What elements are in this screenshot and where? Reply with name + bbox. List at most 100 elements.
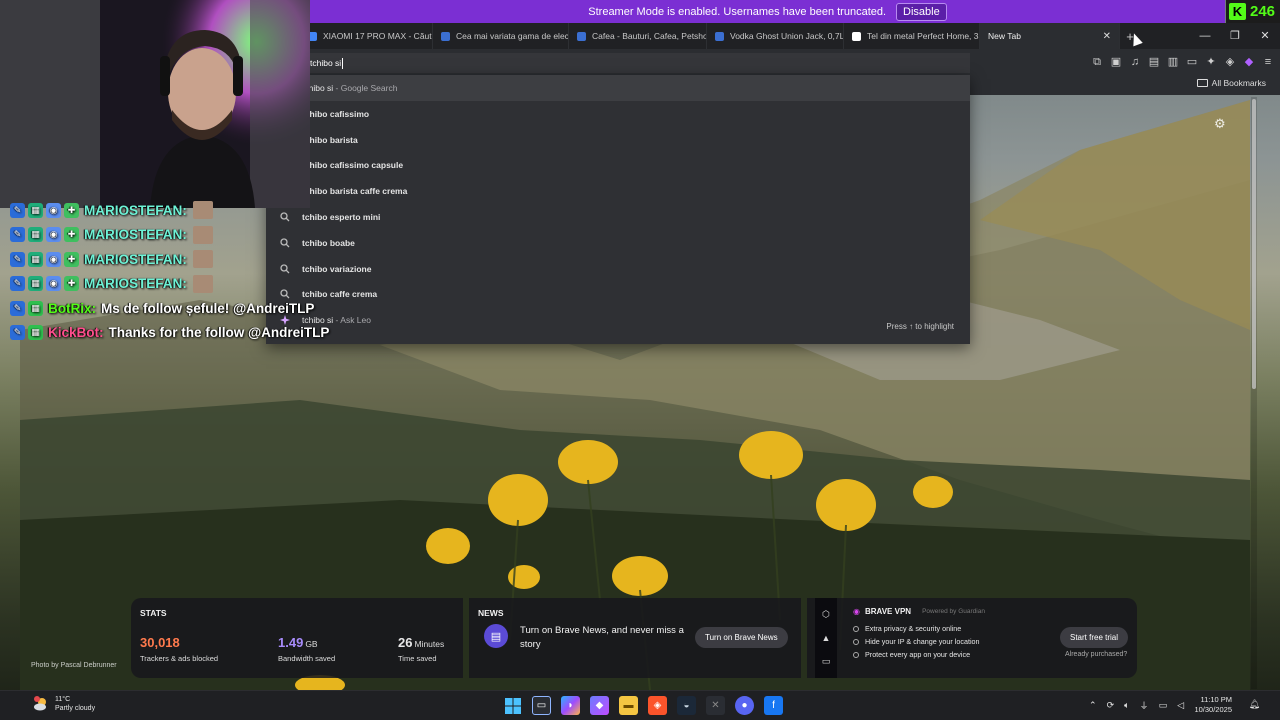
text-caret [342,57,344,69]
chat-badge-icon: ▦ [28,251,43,267]
notification-bell-icon[interactable]: 🔔︎ [1249,699,1260,710]
omnibox-suggestion[interactable]: tchibo si - Ask Leo [266,307,970,333]
omnibox-suggestion[interactable]: tchibo cafissimo capsule [266,152,970,178]
chat-message: ✎ ▦ ◉ ✚ MARIOSTEFAN: [10,198,340,223]
extensions-icon[interactable]: ⧉ [1091,56,1103,68]
omnibox-suggestion[interactable]: tchibo variazione [266,256,970,282]
close-window-button[interactable]: ✕ [1250,23,1280,49]
omnibox-suggestion[interactable]: tchibo barista [266,127,970,153]
task-view-icon[interactable]: ▭ [532,696,551,715]
leo-ai-icon[interactable]: ✦ [1205,56,1217,68]
check-circle-icon [853,638,859,645]
suggestion-query: tchibo barista [302,134,358,145]
webcam-overlay [0,0,310,208]
suggestion-text: tchibo barista [302,135,358,145]
vpn-shield-icon[interactable]: ⬡ [822,609,830,620]
photo-credit[interactable]: Photo by Pascal Debrunner [31,662,117,669]
file-explorer-icon[interactable]: ▬ [619,696,638,715]
weather-widget[interactable]: 11°C Partly cloudy [33,695,95,713]
screenshot-icon[interactable]: ▣ [1110,56,1122,68]
already-purchased-link[interactable]: Already purchased? [1065,651,1127,658]
suggestion-text: tchibo cafissimo capsule [302,160,403,170]
tab-4[interactable]: Vodka Ghost Union Jack, 0,7L [707,23,844,49]
taskbar-apps: ▭ ◗ ◆ ▬ ◈ ◒ ✕ ● f [503,696,783,715]
vpn-feature: Extra privacy & security online [853,624,961,633]
windows-taskbar: 11°C Partly cloudy ▭ ◗ ◆ ▬ ◈ ◒ ✕ ● f ⌃ ⟳ … [0,690,1280,720]
chat-emote-icon [192,250,213,269]
tab-1[interactable]: XIAOMI 17 PRO MAX - Căutare [300,23,433,49]
restore-button[interactable]: ❐ [1220,23,1250,49]
minimize-button[interactable]: — [1190,23,1220,49]
omnibox-suggestion[interactable]: tchibo barista caffe crema [266,178,970,204]
kick-viewer-badge: K 246 [1226,0,1280,23]
close-tab-icon[interactable]: ✕ [1103,31,1111,42]
wallet-icon[interactable]: ▭ [1186,56,1198,68]
chevron-up-icon[interactable]: ⌃ [1089,700,1097,711]
display-icon[interactable]: ▭ [822,656,831,667]
site-favicon-icon [852,31,861,41]
vpn-title: BRAVE VPN [864,607,912,616]
taskbar-clock[interactable]: 11:10 PM 10/30/2025 [1194,695,1232,715]
clock-time: 11:10 PM [1200,695,1232,704]
site-favicon-icon [715,31,724,41]
alert-triangle-icon[interactable]: ▲ [822,633,831,643]
omnibox-suggestion[interactable]: tchibo cafissimo [266,101,970,127]
stats-title: STATS [140,608,167,618]
tab-new-tab[interactable]: New Tab ✕ [980,23,1120,49]
menu-icon[interactable]: ≡ [1262,56,1274,68]
reading-list-icon[interactable]: ▥ [1167,56,1179,68]
discord-icon[interactable]: ● [735,696,754,715]
sidebar-icon[interactable]: ▤ [1148,56,1160,68]
tab-2[interactable]: Cea mai variata gama de electro [433,23,569,49]
copilot-icon[interactable]: ◗ [561,696,580,715]
onenote-icon[interactable]: ◆ [590,696,609,715]
chat-message: ✎ ▦ KickBot: Thanks for the follow @AndreiT… [10,321,340,346]
customize-gear-icon[interactable]: ⚙ [1214,116,1228,131]
microphone-icon[interactable]: ⏚ [1140,699,1149,712]
weather-temp: 11°C [55,696,71,703]
speaker-icon[interactable]: 🔈︎ [1124,700,1129,711]
trackers-label: Trackers & ads blocked [140,654,219,663]
widget-rail: ⬡ ▲ ▭ [815,598,837,678]
tab-label: Cea mai variata gama de electro [456,31,569,41]
media-icon[interactable]: ♫ [1129,56,1141,68]
folder-icon [1196,79,1208,87]
sync-icon[interactable]: ⟳ [1107,700,1115,711]
chat-badge-icon: ▦ [28,325,43,341]
scrollbar-thumb[interactable] [1252,99,1256,389]
page-scrollbar[interactable] [1251,97,1257,689]
chat-badge-icon: ◉ [46,276,61,292]
suggestion-query: tchibo cafissimo [302,108,370,119]
suggestion-text: tchibo barista caffe crema [302,186,407,196]
volume-icon[interactable]: ◁ [1177,700,1184,711]
brave-rewards-icon[interactable]: ◆ [1243,56,1255,68]
brave-shields-icon[interactable]: ◈ [1224,56,1236,68]
vpn-logo-icon: ◉ [853,607,860,616]
xbox-icon[interactable]: ✕ [706,696,725,715]
start-free-trial-button[interactable]: Start free trial [1060,627,1129,648]
windows-start-icon[interactable] [503,696,522,715]
chat-badge-icon: ✎ [10,300,25,316]
chat-badge-icon: ✎ [10,276,25,292]
kick-logo-icon: K [1229,3,1246,20]
turn-on-brave-news-button[interactable]: Turn on Brave News [695,627,788,648]
omnibox-suggestion[interactable]: tchibo boabe [266,230,970,256]
chat-badge-icon: ▦ [28,202,43,218]
monitor-icon[interactable]: ▭ [1159,700,1168,711]
omnibox-suggestion[interactable]: tchibo caffe crema [266,281,970,307]
brave-browser-icon[interactable]: ◈ [648,696,667,715]
tab-3[interactable]: Cafea - Bauturi, Cafea, Petshop [569,23,707,49]
omnibox-suggestion[interactable]: Gtchibo si - Google Search [266,75,970,101]
omnibox-suggestion[interactable]: tchibo esperto mini [266,204,970,230]
chat-badge-icon: ✚ [64,227,79,243]
steam-icon[interactable]: ◒ [677,696,696,715]
facebook-icon[interactable]: f [764,696,783,715]
all-bookmarks-button[interactable]: All Bookmarks [1196,78,1266,88]
check-circle-icon [853,651,859,658]
tab-5[interactable]: Tel din metal Perfect Home, 33 [844,23,980,49]
chat-text: Thanks for the follow @AndreiTLP [108,325,330,341]
chat-message: ✎ ▦ ◉ ✚ MARIOSTEFAN: [10,223,340,248]
address-bar[interactable]: tchibo si [300,53,970,73]
disable-streamer-mode-button[interactable]: Disable [896,2,947,21]
bandwidth-value: 1.49 [278,635,304,650]
